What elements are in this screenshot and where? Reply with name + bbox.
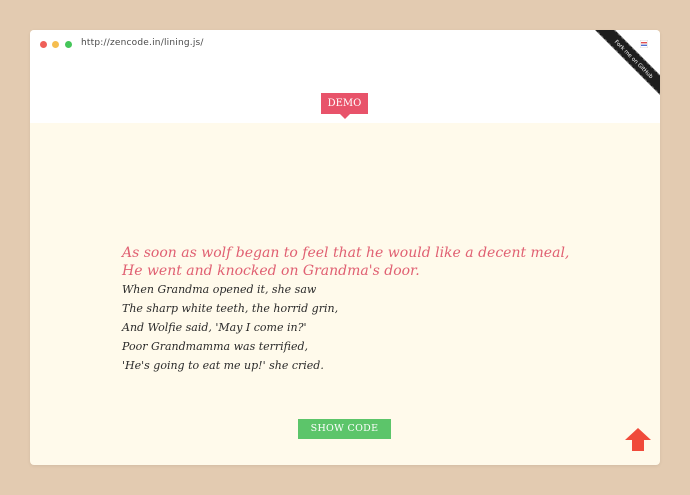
poem-highlighted-line: He went and knocked on Grandma's door. bbox=[122, 263, 420, 279]
scroll-to-top-arrow-icon[interactable] bbox=[624, 427, 652, 452]
poem-text: As soon as wolf began to feel that he wo… bbox=[122, 244, 602, 375]
poem-line: Poor Grandmamma was terrified, bbox=[122, 340, 309, 353]
fork-ribbon-container: Fork me on GitHub bbox=[594, 30, 660, 96]
show-code-button[interactable]: SHOW CODE bbox=[298, 419, 391, 439]
poem-highlighted-line: As soon as wolf began to feel that he wo… bbox=[122, 245, 570, 261]
poem-line: 'He's going to eat me up!' she cried. bbox=[122, 359, 324, 372]
address-bar-url[interactable]: http://zencode.in/lining.js/ bbox=[81, 38, 204, 48]
maximize-window-dot[interactable] bbox=[65, 41, 72, 48]
fork-me-ribbon[interactable]: Fork me on GitHub bbox=[594, 30, 660, 96]
close-window-dot[interactable] bbox=[40, 41, 47, 48]
browser-titlebar: http://zencode.in/lining.js/ bbox=[30, 30, 660, 60]
browser-window: http://zencode.in/lining.js/ DEMO As soo… bbox=[30, 30, 660, 465]
poem-line: When Grandma opened it, she saw bbox=[122, 283, 317, 296]
poem-line: And Wolfie said, 'May I come in?' bbox=[122, 321, 307, 334]
minimize-window-dot[interactable] bbox=[52, 41, 59, 48]
poem-line: The sharp white teeth, the horrid grin, bbox=[122, 302, 339, 315]
demo-badge: DEMO bbox=[321, 93, 368, 119]
